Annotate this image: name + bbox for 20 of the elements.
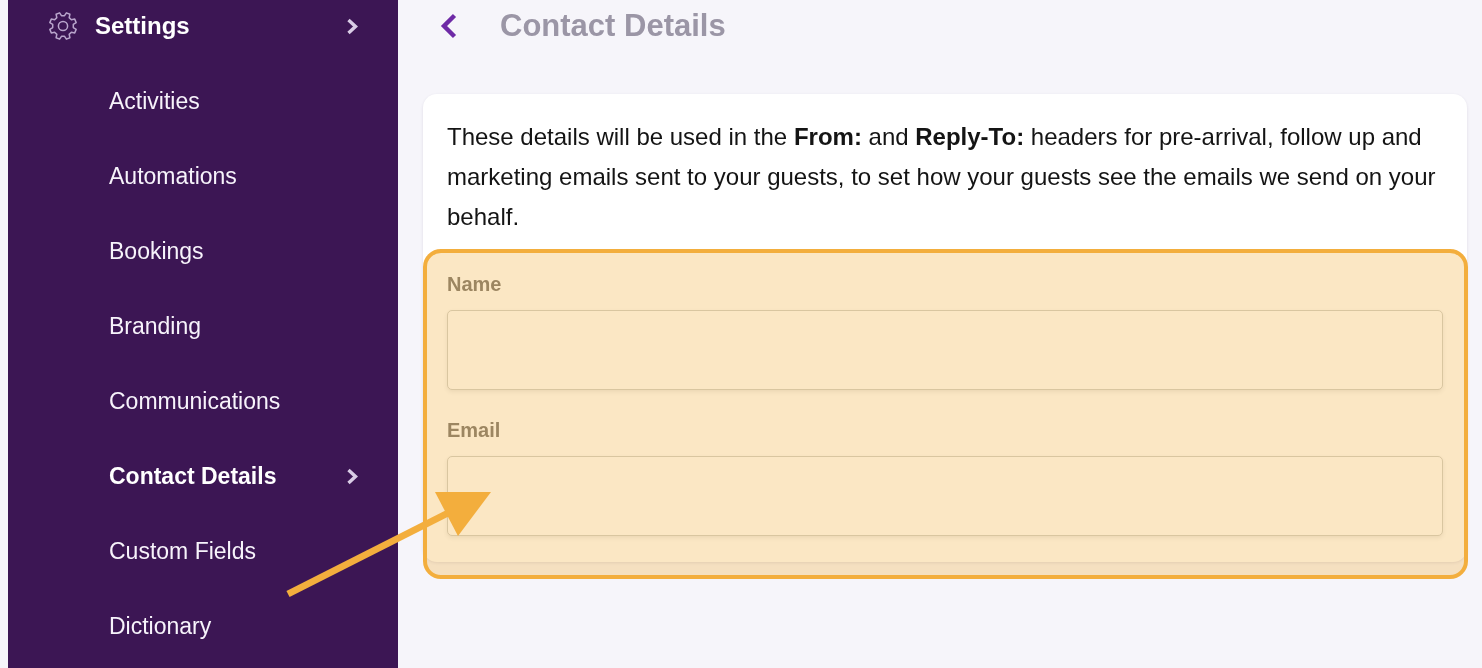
sidebar-item[interactable]: Activities	[109, 86, 200, 116]
sidebar-item[interactable]: Communications	[109, 386, 281, 416]
settings-icon	[48, 11, 78, 41]
sidebar-item[interactable]: Automations	[109, 161, 237, 191]
field-label: Name	[447, 272, 502, 296]
chevron-right-icon	[346, 17, 358, 35]
chevron-left-icon	[440, 13, 458, 39]
input-field[interactable]	[447, 310, 1443, 390]
back-button[interactable]	[440, 13, 458, 39]
sidebar-item[interactable]: Custom Fields	[109, 536, 256, 566]
input-field[interactable]	[447, 456, 1443, 536]
sidebar-item[interactable]: Branding	[109, 311, 202, 341]
sidebar-item[interactable]: Dictionary	[109, 611, 212, 641]
settings-menu-item[interactable]: Settings	[48, 11, 190, 41]
sidebar-item[interactable]: Bookings	[109, 236, 204, 266]
field-label: Email	[447, 418, 501, 442]
description-text: These details will be used in the From: and Reply-To: headers for pre-arrival, follow up and marketing emails sent to your guests, to set how your guests see the emails we send on your behalf.	[446, 122, 1437, 232]
chevron-right-icon	[346, 467, 358, 485]
page-title: Contact Details	[500, 7, 726, 45]
sidebar-item[interactable]: Contact Details	[109, 461, 277, 491]
